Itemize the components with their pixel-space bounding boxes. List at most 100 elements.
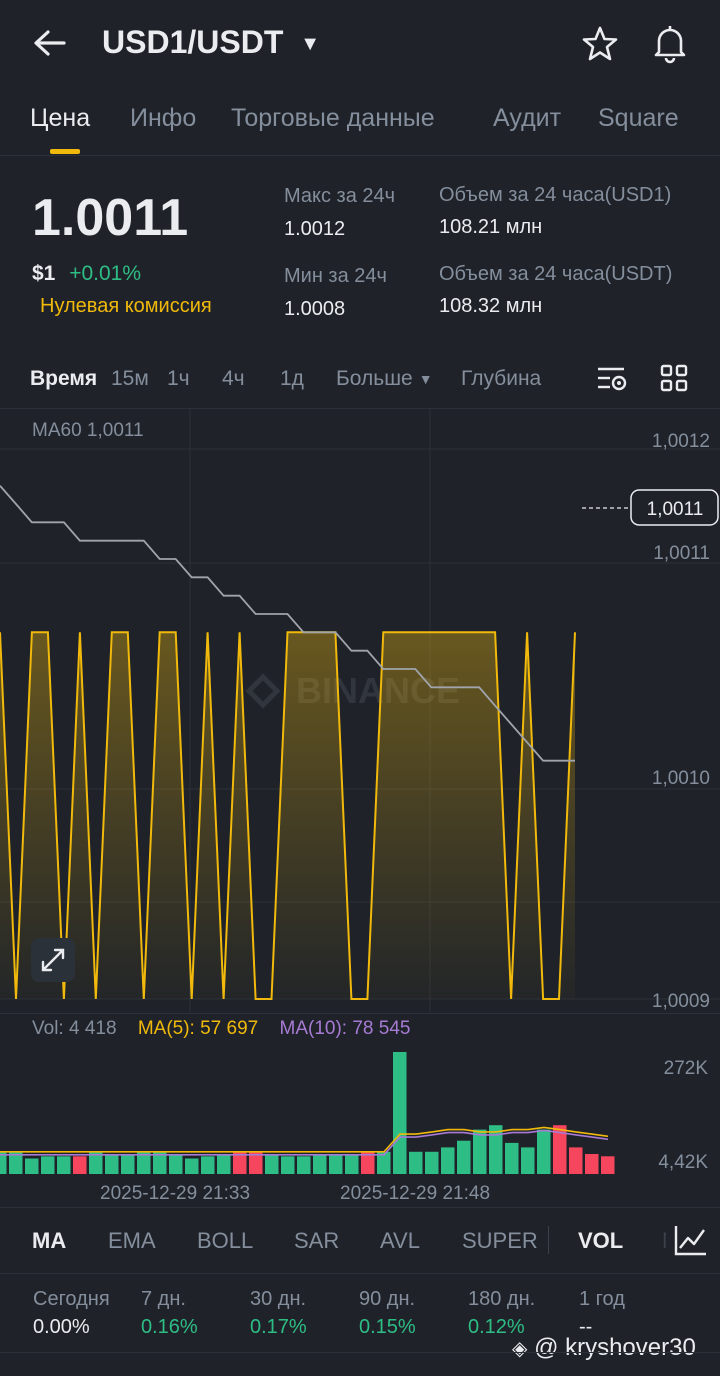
volume-bar [41, 1156, 55, 1174]
ma5-label: MA(5): 57 697 [137, 1018, 259, 1039]
caret-down-icon: ▼ [418, 371, 433, 388]
user-watermark: ◈ @ kryshover30 [512, 1334, 696, 1362]
y-tick-label: 1,0010 [652, 768, 710, 789]
volume-bar [409, 1151, 423, 1174]
x-tick-label: 2025-12-29 21:33 [100, 1183, 251, 1204]
volume-bar [345, 1154, 359, 1174]
volume-bar [441, 1147, 455, 1174]
volume-bar [473, 1129, 487, 1174]
caret-down-icon: ▼ [300, 33, 321, 56]
tab-trading-data[interactable]: Торговые данные [231, 104, 435, 133]
user-handle: @ kryshover30 [534, 1334, 696, 1361]
divider [0, 1013, 720, 1014]
volume-bar [105, 1154, 119, 1174]
indicator-boll[interactable]: BOLL [197, 1228, 253, 1254]
price-chart[interactable]: BINANCE 1,0011 MA60 1,0011 1,0012 1,0011… [0, 409, 720, 1013]
tf-1h[interactable]: 1ч [167, 367, 190, 391]
tab-square[interactable]: Square [598, 104, 679, 133]
last-price: 1.0011 [32, 189, 189, 247]
vol-label: Vol: 4 418 [32, 1018, 117, 1039]
vol-quote-value: 108.32 млн [439, 295, 543, 317]
volume-bar [393, 1052, 407, 1174]
pair-selector[interactable]: USD1/USDT ▼ [102, 24, 320, 61]
volume-bar [121, 1154, 135, 1174]
volume-bar [521, 1147, 535, 1174]
volume-bar [313, 1154, 327, 1174]
volume-bar [169, 1154, 183, 1174]
vol-axis-label: 272K [664, 1058, 709, 1079]
high-24h-value: 1.0012 [284, 218, 346, 240]
volume-chart[interactable]: 272K 4,42K [0, 1040, 720, 1180]
tf-more-label: Больше [336, 367, 413, 390]
y-tick-label: 1,0011 [653, 543, 710, 564]
volume-bar [569, 1147, 583, 1174]
layout-grid-icon[interactable] [660, 364, 688, 397]
indicator-sar[interactable]: SAR [294, 1228, 339, 1254]
price-usd: $1 [32, 262, 56, 285]
volume-bar [265, 1154, 279, 1174]
volume-bar [25, 1158, 39, 1174]
indicator-super[interactable]: SUPER [462, 1228, 538, 1254]
perf-value: 0.00% [33, 1316, 90, 1338]
tf-15m[interactable]: 15м [111, 367, 149, 391]
y-tick-label: 1,0012 [652, 431, 710, 452]
volume-bar [537, 1129, 551, 1174]
perf-label: Сегодня [33, 1288, 110, 1310]
indicator-ema[interactable]: EMA [108, 1228, 156, 1254]
volume-bar [601, 1156, 615, 1174]
perf-value: 0.17% [250, 1316, 307, 1338]
fullscreen-icon[interactable] [31, 938, 75, 982]
volume-bar [585, 1154, 599, 1174]
perf-label: 1 год [579, 1288, 625, 1310]
pair-title: USD1/USDT [102, 24, 284, 60]
perf-value: 0.16% [141, 1316, 198, 1338]
volume-bar [201, 1156, 215, 1174]
current-price-tag: 1,0011 [647, 499, 704, 520]
perf-label: 180 дн. [468, 1288, 536, 1310]
tab-audit[interactable]: Аудит [493, 104, 561, 133]
x-tick-label: 2025-12-29 21:48 [340, 1183, 491, 1204]
y-tick-label: 1,0009 [652, 991, 710, 1012]
divider [0, 155, 720, 156]
ma10-label: MA(10): 78 545 [279, 1018, 411, 1039]
bell-icon[interactable] [650, 22, 690, 69]
tab-info[interactable]: Инфо [130, 104, 196, 133]
divider [548, 1226, 549, 1254]
zero-fee-badge[interactable]: Нулевая комиссия [40, 295, 212, 318]
indicator-avl[interactable]: AVL [380, 1228, 420, 1254]
divider [0, 1273, 720, 1274]
low-24h-label: Мин за 24ч [284, 265, 387, 287]
volume-bar [73, 1156, 87, 1174]
perf-label: 30 дн. [250, 1288, 307, 1310]
price-change: +0.01% [69, 262, 142, 285]
volume-bar [329, 1154, 343, 1174]
indicator-chart-icon[interactable] [666, 1218, 720, 1262]
tf-more[interactable]: Больше ▼ [336, 367, 433, 391]
divider [0, 1207, 720, 1208]
back-icon[interactable] [30, 26, 70, 60]
vol-quote-label: Объем за 24 часа(USDT) [439, 263, 673, 285]
tf-depth[interactable]: Глубина [461, 367, 541, 391]
tab-price[interactable]: Цена [30, 104, 90, 133]
price-usd-row: $1 +0.01% [32, 262, 141, 286]
tf-1d[interactable]: 1д [280, 367, 304, 391]
chart-settings-icon[interactable] [596, 364, 628, 399]
perf-label: 7 дн. [141, 1288, 186, 1310]
tf-time[interactable]: Время [30, 367, 97, 391]
volume-bar [57, 1156, 71, 1174]
indicator-ma[interactable]: MA [32, 1228, 66, 1254]
price-area [0, 632, 575, 999]
star-icon[interactable] [580, 24, 620, 69]
divider [0, 1352, 720, 1353]
active-tab-indicator [50, 149, 80, 154]
volume-bar [505, 1142, 519, 1174]
low-24h-value: 1.0008 [284, 298, 346, 320]
volume-bar [457, 1140, 471, 1174]
binance-logo-icon: ◈ [512, 1338, 528, 1360]
volume-bar [281, 1156, 295, 1174]
perf-label: 90 дн. [359, 1288, 416, 1310]
tf-4h[interactable]: 4ч [222, 367, 245, 391]
indicator-vol[interactable]: VOL [578, 1228, 623, 1254]
volume-legend: Vol: 4 418 MA(5): 57 697 MA(10): 78 545 [32, 1018, 410, 1040]
vol-axis-label: 4,42K [658, 1152, 708, 1173]
